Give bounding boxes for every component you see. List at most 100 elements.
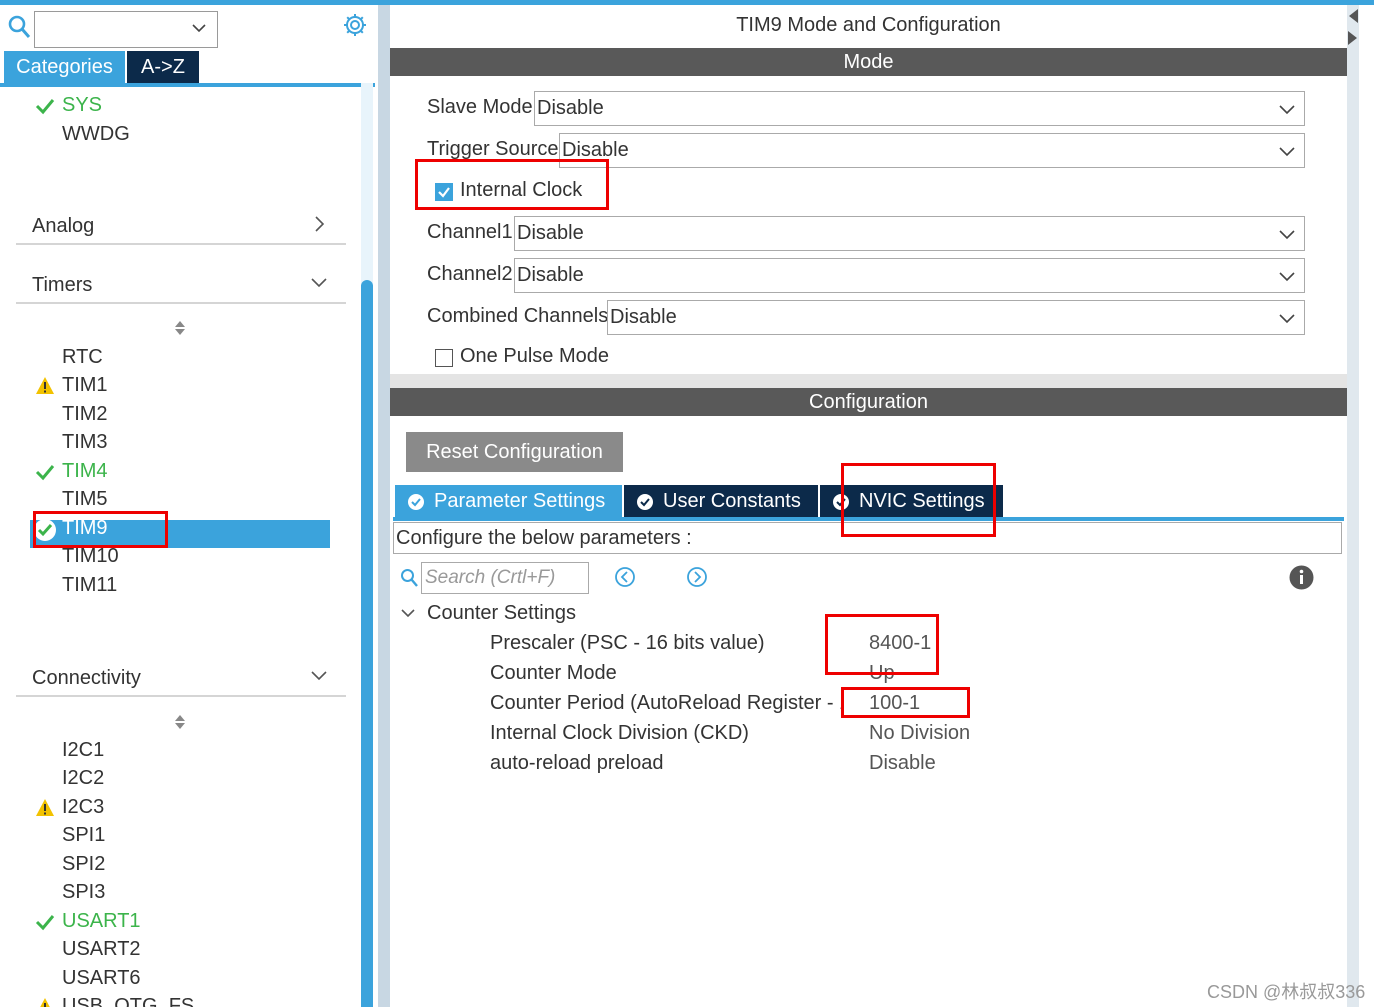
channel1-value: Disable [517, 222, 584, 244]
section-connectivity[interactable]: Connectivity [32, 667, 141, 690]
chevron-down-icon[interactable] [310, 666, 328, 684]
channel1-label: Channel1 [427, 221, 513, 243]
chevron-down-icon[interactable] [1278, 100, 1296, 118]
list-item-sys[interactable]: SYS [62, 94, 102, 117]
warning-icon [40, 998, 50, 1007]
scrollbar-track[interactable] [1347, 5, 1359, 1007]
section-analog[interactable]: Analog [32, 215, 94, 238]
list-item-spi3[interactable]: SPI3 [62, 881, 105, 904]
scrollbar-thumb[interactable] [361, 280, 373, 1007]
check-icon [35, 99, 55, 115]
chevron-down-icon[interactable] [1278, 142, 1296, 160]
parameter-search-input[interactable]: Search (Crtl+F) [421, 562, 589, 594]
tab-label: Parameter Settings [434, 490, 606, 512]
chevron-down-icon[interactable] [191, 20, 207, 36]
collapse-arrow-icon[interactable] [1347, 8, 1359, 24]
mode-header: Mode [390, 48, 1347, 76]
next-match-icon[interactable] [686, 566, 708, 588]
search-icon[interactable] [400, 568, 418, 588]
categories-panel: Categories A->Z SYS WWDG Analog Timers R… [0, 5, 378, 1007]
previous-match-icon[interactable] [614, 566, 636, 588]
one-pulse-mode-label: One Pulse Mode [460, 345, 609, 367]
search-icon[interactable] [7, 14, 31, 40]
param-value-auto-reload[interactable]: Disable [869, 752, 936, 775]
section-timers[interactable]: Timers [32, 274, 92, 297]
trigger-source-label: Trigger Source [427, 138, 559, 160]
tab-underline [0, 83, 375, 87]
chevron-down-icon[interactable] [400, 605, 416, 621]
category-search-combo[interactable] [34, 11, 218, 48]
list-item-usart1[interactable]: USART1 [62, 910, 141, 933]
list-item-tim4[interactable]: TIM4 [62, 460, 108, 483]
highlight-box-period [841, 687, 970, 718]
list-item-usart6[interactable]: USART6 [62, 967, 141, 990]
section-divider [16, 302, 346, 304]
section-divider [16, 695, 346, 697]
slave-mode-select[interactable]: Disable [534, 91, 1305, 126]
sort-icon[interactable] [172, 319, 188, 337]
counter-settings-group[interactable]: Counter Settings [427, 602, 576, 625]
channel2-label: Channel2 [427, 263, 513, 285]
list-item-spi2[interactable]: SPI2 [62, 853, 105, 876]
channel2-value: Disable [517, 264, 584, 286]
chevron-down-icon[interactable] [1278, 267, 1296, 285]
list-item-usart2[interactable]: USART2 [62, 938, 141, 961]
list-item-i2c1[interactable]: I2C1 [62, 739, 104, 762]
channel2-select[interactable]: Disable [514, 258, 1305, 293]
list-item-tim10[interactable]: TIM10 [62, 545, 119, 568]
check-circle-icon [637, 493, 653, 510]
warning-icon [36, 799, 54, 816]
combined-channels-value: Disable [610, 306, 677, 328]
list-item-tim2[interactable]: TIM2 [62, 403, 108, 426]
chevron-down-icon[interactable] [1278, 225, 1296, 243]
gear-icon[interactable] [342, 12, 368, 38]
combined-channels-select[interactable]: Disable [607, 300, 1305, 335]
list-item-tim1[interactable]: TIM1 [62, 374, 108, 397]
one-pulse-mode-checkbox[interactable] [435, 349, 453, 367]
tab-a-to-z[interactable]: A->Z [127, 51, 199, 83]
chevron-down-icon[interactable] [310, 273, 328, 291]
panel-divider[interactable] [378, 5, 390, 1007]
param-label-counter-period: Counter Period (AutoReload Register - 1.… [490, 692, 842, 714]
param-label-clock-division: Internal Clock Division (CKD) [490, 722, 749, 744]
list-item-rtc[interactable]: RTC [62, 346, 103, 369]
highlight-box-nvic [841, 463, 996, 537]
channel1-select[interactable]: Disable [514, 216, 1305, 251]
tab-categories[interactable]: Categories [4, 51, 125, 83]
tab-label: User Constants [663, 490, 801, 512]
configuration-header: Configuration [390, 388, 1347, 416]
section-divider [16, 243, 346, 245]
slave-mode-label: Slave Mode [427, 96, 533, 118]
highlight-box-tim9 [33, 511, 168, 548]
list-item-tim3[interactable]: TIM3 [62, 431, 108, 454]
list-item-tim11[interactable]: TIM11 [62, 574, 117, 597]
expand-arrow-icon[interactable] [1347, 30, 1359, 46]
list-item-i2c2[interactable]: I2C2 [62, 767, 104, 790]
sort-icon[interactable] [172, 713, 188, 731]
chevron-right-icon[interactable] [310, 215, 328, 233]
highlight-box-internal-clock [415, 159, 609, 210]
section-separator [390, 374, 1347, 388]
list-item-tim5[interactable]: TIM5 [62, 488, 108, 511]
chevron-down-icon[interactable] [1278, 309, 1296, 327]
param-label-counter-mode: Counter Mode [490, 662, 617, 684]
info-icon[interactable] [1289, 565, 1314, 590]
list-item-i2c3[interactable]: I2C3 [62, 796, 104, 819]
slave-mode-value: Disable [537, 97, 604, 119]
check-icon [35, 465, 55, 481]
trigger-source-select[interactable]: Disable [559, 133, 1305, 168]
tab-user-constants[interactable]: User Constants [624, 485, 818, 518]
check-circle-icon [408, 493, 424, 510]
reset-configuration-button[interactable]: Reset Configuration [406, 432, 623, 472]
param-value-clock-division[interactable]: No Division [869, 722, 970, 745]
list-item-wwdg[interactable]: WWDG [62, 123, 130, 146]
highlight-box-prescaler [825, 614, 939, 675]
list-item-spi1[interactable]: SPI1 [62, 824, 105, 847]
page-title: TIM9 Mode and Configuration [736, 14, 1001, 36]
list-item-usb-otg-fs[interactable]: USB_OTG_FS [62, 995, 194, 1007]
tab-parameter-settings[interactable]: Parameter Settings [395, 485, 622, 518]
check-icon [35, 915, 55, 931]
param-label-prescaler: Prescaler (PSC - 16 bits value) [490, 632, 765, 654]
watermark: CSDN @林叔叔336 [1207, 982, 1366, 1002]
param-label-auto-reload: auto-reload preload [490, 752, 664, 774]
